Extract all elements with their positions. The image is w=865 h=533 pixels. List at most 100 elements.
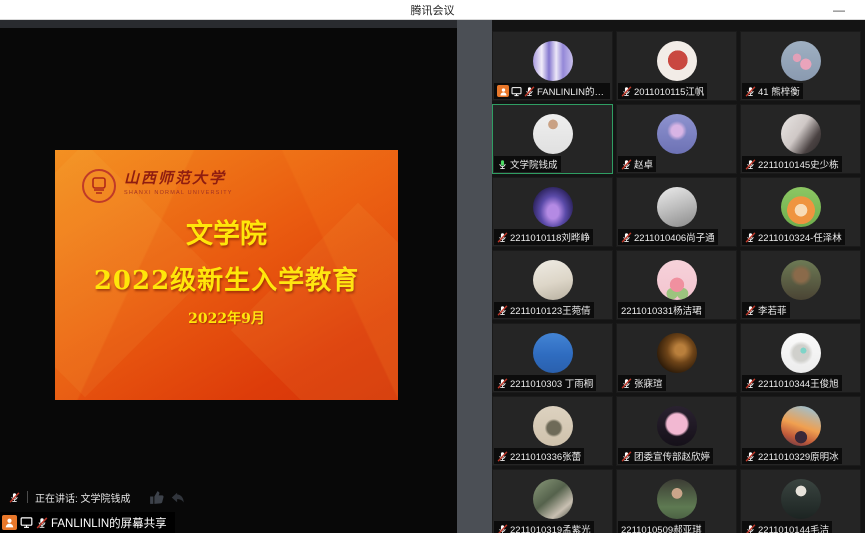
participant-label: 李若菲 bbox=[742, 302, 790, 318]
avatar bbox=[657, 260, 697, 300]
minimize-icon[interactable]: — bbox=[827, 0, 851, 20]
participant-label: 2211010145史少栋 bbox=[742, 156, 842, 172]
participant-label: 2211010406尚子通 bbox=[618, 229, 718, 245]
participant-label: 2211010123王菀倩 bbox=[494, 302, 594, 318]
participant-tile[interactable]: 2211010406尚子通 bbox=[616, 177, 737, 247]
mic-muted-icon bbox=[745, 159, 756, 170]
screen-share-banner: FANLINLIN的屏幕共享 bbox=[0, 512, 175, 533]
participant-tile[interactable]: 2211010303 丁雨桐 bbox=[492, 323, 613, 393]
participant-label: 2211010319孟紫光 bbox=[494, 521, 594, 533]
participant-name: 2211010329原明冰 bbox=[758, 449, 839, 463]
participant-name: 张寐瑄 bbox=[634, 376, 663, 390]
participant-name: 赵卓 bbox=[634, 157, 653, 171]
participant-name: 2211010324-任泽林 bbox=[758, 230, 842, 244]
shared-screen-top-band bbox=[0, 20, 457, 28]
participant-tile[interactable]: 2011010115江帆 bbox=[616, 31, 737, 101]
mic-muted-icon bbox=[745, 86, 756, 97]
avatar bbox=[781, 479, 821, 519]
mic-muted-icon bbox=[497, 232, 508, 243]
avatar bbox=[781, 406, 821, 446]
participant-name: 团委宣传部赵欣婷 bbox=[634, 449, 710, 463]
participant-tile[interactable]: 文学院钱成 bbox=[492, 104, 613, 174]
mic-muted-icon bbox=[36, 517, 48, 529]
avatar bbox=[781, 114, 821, 154]
participant-name: 2211010406尚子通 bbox=[634, 230, 715, 244]
university-name-zh: 山西师范大学 bbox=[124, 168, 233, 188]
slide-title: 文学院 bbox=[55, 212, 398, 251]
avatar bbox=[657, 41, 697, 81]
participant-name: 2211010336张蕾 bbox=[510, 449, 581, 463]
participant-tile[interactable]: 赵卓 bbox=[616, 104, 737, 174]
participant-tile[interactable]: 2211010329原明冰 bbox=[740, 396, 861, 466]
participant-label: 文学院钱成 bbox=[494, 156, 561, 172]
participant-label: 2211010509郝亚琪 bbox=[618, 521, 705, 533]
participant-name: 41 熊梓衡 bbox=[758, 84, 800, 98]
avatar bbox=[533, 114, 573, 154]
avatar bbox=[657, 187, 697, 227]
participant-tile[interactable]: 2211010331杨洁珺 bbox=[616, 250, 737, 320]
window-title: 腾讯会议 bbox=[411, 2, 455, 18]
participant-label: 2011010115江帆 bbox=[618, 83, 707, 99]
participant-tile[interactable]: 2211010145史少栋 bbox=[740, 104, 861, 174]
mic-muted-icon bbox=[524, 86, 535, 97]
shared-screen-view: 山西师范大学 SHANXI NORMAL UNIVERSITY 文学院 2022… bbox=[0, 20, 457, 533]
clap-icon[interactable] bbox=[148, 489, 165, 506]
mic-muted-icon bbox=[621, 86, 632, 97]
speaking-indicator: 正在讲话: 文学院钱成 bbox=[9, 489, 184, 505]
participant-name: 2211010303 丁雨桐 bbox=[510, 376, 593, 390]
participant-label: 张寐瑄 bbox=[618, 375, 666, 391]
participant-tile[interactable]: 2211010118刘晔峥 bbox=[492, 177, 613, 247]
mic-muted-icon bbox=[497, 451, 508, 462]
participant-tile[interactable]: 2211010509郝亚琪 bbox=[616, 469, 737, 533]
mic-muted-icon bbox=[745, 451, 756, 462]
presentation-slide: 山西师范大学 SHANXI NORMAL UNIVERSITY 文学院 2022… bbox=[55, 150, 398, 400]
mic-muted-icon bbox=[9, 492, 20, 503]
participant-label: 41 熊梓衡 bbox=[742, 83, 803, 99]
participant-label: 2211010118刘晔峥 bbox=[494, 229, 593, 245]
participant-name: 2211010344王俊旭 bbox=[758, 376, 839, 390]
mic-muted-icon bbox=[621, 159, 632, 170]
participant-tile[interactable]: 张寐瑄 bbox=[616, 323, 737, 393]
host-person-icon bbox=[2, 515, 17, 530]
participant-tile[interactable]: 41 熊梓衡 bbox=[740, 31, 861, 101]
participant-tile[interactable]: 2211010336张蕾 bbox=[492, 396, 613, 466]
participant-tile[interactable]: FANLINLIN的屏幕… bbox=[492, 31, 613, 101]
divider bbox=[27, 491, 28, 503]
participant-name: 李若菲 bbox=[758, 303, 787, 317]
participant-tile[interactable]: 2211010344王俊旭 bbox=[740, 323, 861, 393]
panel-divider[interactable] bbox=[457, 20, 492, 533]
participant-tile[interactable]: 2211010123王菀倩 bbox=[492, 250, 613, 320]
mic-muted-icon bbox=[745, 232, 756, 243]
mic-muted-icon bbox=[497, 305, 508, 316]
participant-tile[interactable]: 团委宣传部赵欣婷 bbox=[616, 396, 737, 466]
participant-tile[interactable]: 2211010319孟紫光 bbox=[492, 469, 613, 533]
screen-share-icon bbox=[20, 516, 33, 529]
speaking-label: 正在讲话: 文学院钱成 bbox=[35, 490, 131, 505]
reaction-icons[interactable] bbox=[148, 489, 184, 506]
share-banner-label: FANLINLIN的屏幕共享 bbox=[51, 515, 167, 531]
university-logo: 山西师范大学 SHANXI NORMAL UNIVERSITY bbox=[81, 168, 233, 204]
mic-muted-icon bbox=[745, 524, 756, 533]
participant-tile[interactable]: 2211010324-任泽林 bbox=[740, 177, 861, 247]
slide-date: 2022年9月 bbox=[55, 308, 398, 328]
participant-grid: FANLINLIN的屏幕… 2011010115江帆 41 熊梓衡 bbox=[492, 31, 865, 533]
participant-tile[interactable]: 李若菲 bbox=[740, 250, 861, 320]
mic-on-icon bbox=[497, 159, 508, 170]
avatar bbox=[657, 333, 697, 373]
participant-name: 2211010509郝亚琪 bbox=[621, 522, 702, 533]
mic-muted-icon bbox=[621, 451, 632, 462]
participant-name: 2211010123王菀倩 bbox=[510, 303, 591, 317]
avatar bbox=[657, 479, 697, 519]
participant-tile[interactable]: 2211010144毛洁 bbox=[740, 469, 861, 533]
participant-label: 2211010331杨洁珺 bbox=[618, 302, 705, 318]
avatar bbox=[781, 333, 821, 373]
participant-name: 2211010145史少栋 bbox=[758, 157, 839, 171]
avatar bbox=[781, 260, 821, 300]
participant-label: 2211010303 丁雨桐 bbox=[494, 375, 596, 391]
participant-label: 2211010344王俊旭 bbox=[742, 375, 842, 391]
participant-label: 2211010144毛洁 bbox=[742, 521, 832, 533]
reply-arrow-icon[interactable] bbox=[167, 489, 184, 506]
screen-share-icon bbox=[511, 86, 522, 97]
participant-label: FANLINLIN的屏幕… bbox=[494, 83, 610, 99]
university-seal-icon bbox=[81, 168, 117, 204]
